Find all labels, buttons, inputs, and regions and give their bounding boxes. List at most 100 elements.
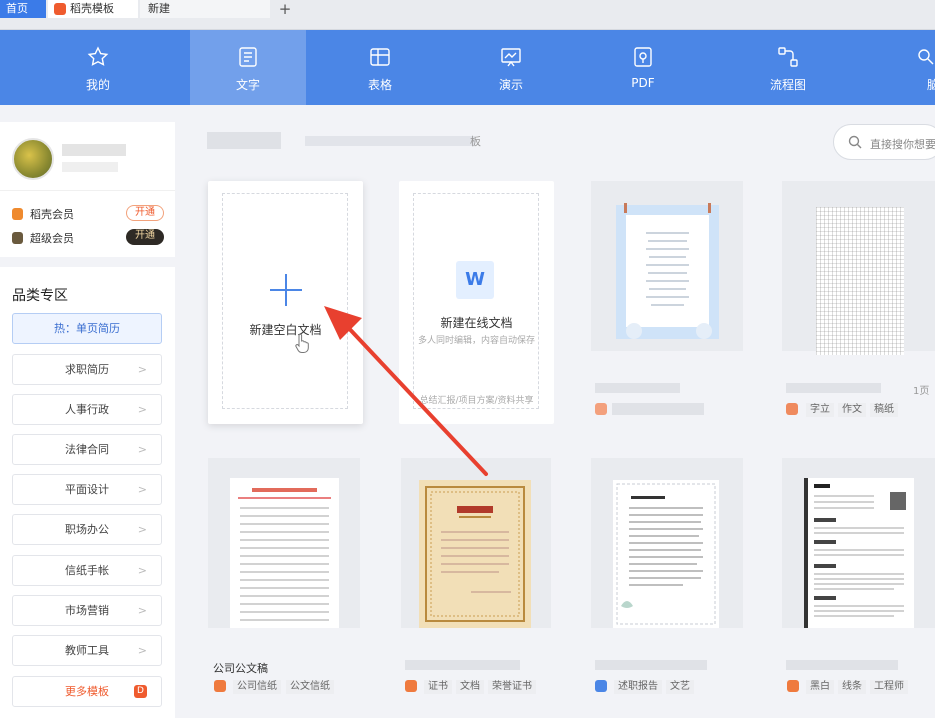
search-box[interactable]: 直接搜你想要	[833, 124, 935, 160]
add-tab-button[interactable]: +	[276, 0, 294, 18]
chevron-right-icon: >	[137, 604, 147, 617]
presentation-icon	[501, 48, 521, 67]
template-tag[interactable]: 黑白	[806, 680, 834, 694]
chevron-right-icon: >	[137, 443, 147, 456]
mindmap-icon	[918, 49, 934, 65]
super-vip-label: 超级会员	[30, 232, 74, 245]
tab-home[interactable]: 首页	[0, 0, 46, 18]
chevron-right-icon: >	[137, 363, 147, 376]
new-blank-document-label: 新建空白文档	[249, 323, 322, 337]
template-thumbnail[interactable]	[591, 458, 743, 628]
docer-template-icon	[787, 680, 799, 692]
template-tag[interactable]: 文档	[456, 680, 484, 694]
docer-vip-open-button[interactable]: 开通	[126, 205, 164, 221]
writer-template-icon	[595, 680, 607, 692]
template-thumbnail[interactable]	[782, 458, 935, 628]
user-id-redacted	[62, 162, 118, 172]
nav-writer-label: 文字	[235, 78, 260, 92]
chevron-right-icon: >	[137, 564, 147, 577]
category-item[interactable]: 教师工具 >	[12, 635, 162, 666]
template-title-redacted	[595, 383, 680, 393]
category-item-label: 法律合同	[65, 443, 109, 456]
template-title-redacted	[595, 660, 707, 670]
search-icon	[848, 135, 862, 149]
section-heading-redacted	[207, 132, 281, 149]
template-title-redacted	[786, 660, 898, 670]
template-title[interactable]: 公司公文稿	[213, 660, 268, 676]
template-tag[interactable]: 公司信纸	[233, 680, 281, 694]
template-thumbnail[interactable]	[401, 458, 551, 628]
template-tag[interactable]: 荣誉证书	[488, 680, 536, 694]
template-tag[interactable]: 线条	[838, 680, 866, 694]
template-tag[interactable]: 文艺	[666, 680, 694, 694]
category-item[interactable]: 市场营销 >	[12, 595, 162, 626]
category-item-label: 平面设计	[65, 483, 109, 496]
template-thumbnail[interactable]	[782, 181, 935, 355]
new-online-document-card[interactable]: W 新建在线文档 多人同时编辑，内容自动保存 总结汇报/项目方案/资料共享	[399, 181, 554, 424]
category-panel: 品类专区 热：单页简历 求职简历 > 人事行政 > 法律合同 > 平面设计 > 职场办公…	[0, 267, 175, 718]
super-vip-icon	[12, 232, 23, 244]
nav-mindmap-label: 脑	[926, 78, 935, 92]
category-item[interactable]: 信纸手帐 >	[12, 555, 162, 586]
docer-vip-icon	[12, 208, 23, 220]
resume-preview	[804, 478, 914, 628]
dashed-frame	[413, 193, 539, 409]
report-preview	[613, 480, 719, 628]
nav-sheet-label: 表格	[367, 78, 392, 92]
nav-presentation[interactable]: 演示	[453, 30, 569, 105]
template-title-redacted	[786, 383, 881, 393]
nav-my[interactable]: 我的	[40, 30, 156, 105]
search-placeholder: 直接搜你想要	[870, 138, 935, 151]
category-hot-resume[interactable]: 热：单页简历	[12, 313, 162, 344]
new-online-document-label: 新建在线文档	[440, 316, 513, 330]
table-icon	[370, 48, 390, 66]
template-tag[interactable]: 述职报告	[614, 680, 662, 694]
category-item[interactable]: 求职简历 >	[12, 354, 162, 385]
category-item-label: 求职简历	[65, 363, 109, 376]
docer-template-icon	[786, 403, 798, 415]
super-vip-open-button[interactable]: 开通	[126, 229, 164, 245]
template-tag[interactable]: 稿纸	[870, 403, 898, 417]
category-item[interactable]: 法律合同 >	[12, 434, 162, 465]
username-redacted	[62, 144, 126, 156]
tab-docer-label: 稻壳模板	[70, 2, 114, 15]
template-title-redacted	[405, 660, 520, 670]
vip-row-docer: 稻壳会员 开通	[12, 205, 164, 223]
category-item[interactable]: 人事行政 >	[12, 394, 162, 425]
template-tags-redacted	[612, 403, 704, 415]
nav-writer[interactable]: 文字	[190, 30, 306, 105]
star-icon	[87, 46, 109, 66]
more-templates-button[interactable]: 更多模板 D	[12, 676, 162, 707]
official-document-preview	[230, 478, 339, 628]
template-thumbnail[interactable]	[208, 458, 360, 628]
nav-sheet[interactable]: 表格	[322, 30, 438, 105]
template-tag[interactable]: 证书	[424, 680, 452, 694]
chevron-right-icon: >	[137, 523, 147, 536]
new-online-document-subtitle: 多人同时编辑，内容自动保存	[417, 336, 535, 346]
docer-template-icon	[595, 403, 607, 415]
category-title: 品类专区	[12, 288, 68, 304]
hand-cursor-icon	[295, 333, 309, 353]
template-thumbnail[interactable]	[591, 181, 743, 351]
pdf-icon	[634, 47, 652, 67]
template-tag[interactable]: 工程师	[870, 680, 908, 694]
docer-template-icon	[214, 680, 226, 692]
template-tag[interactable]: 作文	[838, 403, 866, 417]
nav-pdf[interactable]: PDF	[585, 30, 701, 105]
template-tag[interactable]: 字立	[806, 403, 834, 417]
nav-presentation-label: 演示	[498, 78, 523, 92]
tab-new[interactable]: 新建	[140, 0, 270, 18]
new-online-document-footer: 总结汇报/项目方案/资料共享	[419, 396, 534, 406]
avatar[interactable]	[12, 138, 54, 180]
template-tag[interactable]: 公文信纸	[286, 680, 334, 694]
category-item[interactable]: 平面设计 >	[12, 474, 162, 505]
grid-paper-preview	[816, 207, 904, 355]
nav-mindmap[interactable]: 脑	[868, 30, 935, 105]
nav-flowchart[interactable]: 流程图	[730, 30, 846, 105]
tab-bar: 首页 稻壳模板 新建 +	[0, 0, 935, 30]
category-item[interactable]: 职场办公 >	[12, 514, 162, 545]
category-item-label: 人事行政	[65, 403, 109, 416]
chevron-right-icon: >	[137, 644, 147, 657]
new-blank-document-card[interactable]: 新建空白文档	[208, 181, 363, 424]
tab-docer-templates[interactable]: 稻壳模板	[48, 0, 138, 18]
